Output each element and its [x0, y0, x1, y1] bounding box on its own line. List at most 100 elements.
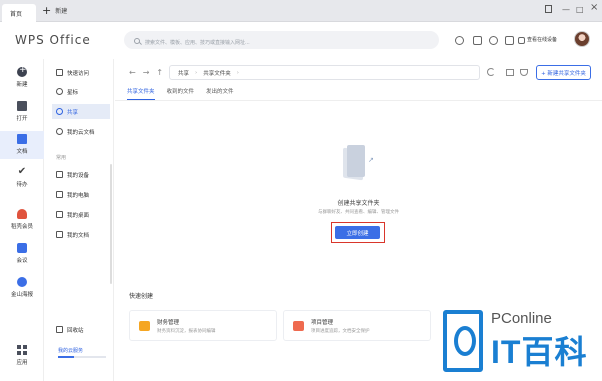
finance-icon — [139, 321, 150, 331]
tab-strip: 共享文件夹 收到的文件 发出的文件 — [127, 87, 234, 100]
chevron-right-icon: › — [236, 69, 239, 76]
refresh-icon[interactable] — [487, 68, 495, 76]
docs-folder-icon — [56, 231, 63, 238]
nav-docer-label: 稻壳会员 — [10, 224, 33, 230]
nav-new-label: 新建 — [16, 82, 28, 88]
folder-front-shape — [347, 145, 365, 177]
create-now-button[interactable]: 立即创建 — [335, 226, 380, 239]
tab-sent-files[interactable]: 发出的文件 — [206, 87, 234, 100]
share-arrow-icon: ↗ — [368, 156, 374, 164]
view-toggle-icon[interactable] — [506, 69, 514, 76]
sidebar-item-quick-access[interactable]: 快速访问 — [52, 65, 110, 80]
nav-open[interactable]: 打开 — [0, 101, 44, 127]
nav-meeting-label: 会议 — [16, 258, 28, 264]
docer-icon — [17, 209, 27, 219]
sidebar-item-my-computer[interactable]: 我的电脑 — [52, 187, 110, 202]
cloud-service-link[interactable]: 我的云服务 — [58, 347, 83, 354]
computer-icon — [56, 191, 63, 198]
trash-icon — [56, 326, 63, 333]
sidebar-item-my-device[interactable]: 我的设备 — [52, 167, 110, 182]
wps-logo: WPS Office — [15, 33, 91, 47]
card-subtitle: 财务资料沉淀，报表协同编辑 — [157, 329, 216, 334]
tab-shared-folders[interactable]: 共享文件夹 — [127, 87, 155, 100]
forward-arrow-icon[interactable]: → — [143, 68, 150, 77]
maximize-button[interactable]: □ — [576, 5, 584, 15]
breadcrumb[interactable]: 共享 › 共享文件夹 › — [169, 65, 480, 80]
sync-icon[interactable] — [455, 36, 464, 45]
history-nav: ← → ↑ — [129, 68, 163, 77]
breadcrumb-item[interactable]: 共享文件夹 — [203, 69, 231, 77]
skin-icon[interactable] — [473, 36, 482, 45]
nav-docs[interactable]: 文档 — [0, 131, 44, 159]
chevron-right-icon: › — [195, 69, 198, 76]
minimize-button[interactable]: — — [562, 5, 570, 15]
section-label-common: 常用 — [56, 155, 67, 161]
nav-new[interactable]: 新建 — [0, 65, 44, 93]
document-icon — [17, 134, 27, 144]
nav-poster-label: 金山海报 — [10, 292, 33, 298]
cloud-usage-fill — [58, 356, 74, 358]
up-arrow-icon[interactable]: ↑ — [156, 68, 163, 77]
nav-docs-label: 文档 — [16, 149, 28, 155]
sidebar-item-my-documents[interactable]: 我的文档 — [52, 227, 110, 242]
cloud-icon — [56, 128, 63, 135]
watermark-bottom-text: IT百科 — [491, 334, 588, 370]
sidebar-item-label: 我的电脑 — [67, 192, 90, 199]
device-icon — [56, 171, 63, 178]
search-icon — [134, 37, 140, 44]
close-button[interactable]: × — [590, 3, 598, 13]
quick-create-title: 快速创建 — [129, 293, 154, 300]
nav-todo[interactable]: ✔ 待办 — [0, 167, 44, 193]
tab-new-label: 新建 — [55, 8, 68, 15]
nav-meeting[interactable]: 会议 — [0, 243, 44, 269]
sidebar-item-label: 我的设备 — [67, 172, 90, 179]
sidebar-item-label: 回收站 — [67, 327, 84, 334]
meeting-icon — [17, 243, 27, 253]
sidebar-item-cloud[interactable]: 我的云文档 — [52, 124, 110, 139]
star-icon — [56, 88, 63, 95]
nav-apps[interactable]: 应用 — [0, 345, 44, 371]
sidebar-item-starred[interactable]: 星标 — [52, 84, 110, 99]
apps-grid-icon — [17, 345, 27, 355]
plus-icon: + — [42, 3, 52, 17]
shared-folder-illustration-icon — [343, 145, 369, 181]
sidebar-item-label: 我的文档 — [67, 232, 90, 239]
sidebar-item-label: 我的云文档 — [67, 129, 95, 136]
sidebar-item-label: 快速访问 — [67, 70, 90, 77]
desktop-icon — [56, 211, 63, 218]
tab-divider — [115, 100, 602, 101]
tab-received-files[interactable]: 收到的文件 — [167, 87, 195, 100]
sidebar-scrollbar[interactable] — [110, 164, 112, 284]
pin-icon — [56, 69, 63, 76]
quick-create-card-finance[interactable]: 财务管理 财务资料沉淀，报表协同编辑 — [129, 310, 277, 341]
message-icon[interactable] — [505, 36, 514, 45]
share-icon — [56, 108, 63, 115]
settings-icon[interactable] — [489, 36, 498, 45]
card-subtitle: 项目进度追踪，文档安全保护 — [311, 329, 370, 334]
online-devices-link[interactable]: 查看在线设备 — [527, 36, 557, 43]
tab-home[interactable]: 首页 — [2, 4, 36, 22]
nav-poster[interactable]: 金山海报 — [0, 277, 44, 303]
window-restore-icon[interactable] — [545, 5, 552, 13]
card-title: 项目管理 — [311, 320, 334, 326]
search-input[interactable]: 搜索文件、模板、应用、技巧或直接输入网址... — [124, 31, 439, 49]
filter-icon[interactable] — [520, 69, 528, 76]
title-bar: 首页 + 新建 — □ × — [0, 0, 602, 22]
sidebar-item-shared[interactable]: 共享 — [52, 104, 110, 119]
folder-icon — [17, 101, 27, 111]
quick-create-card-project[interactable]: 项目管理 项目进度追踪，文档安全保护 — [283, 310, 431, 341]
search-placeholder: 搜索文件、模板、应用、技巧或直接输入网址... — [145, 39, 250, 46]
breadcrumb-item[interactable]: 共享 — [178, 69, 189, 77]
new-tab-button[interactable]: + 新建 — [42, 3, 68, 17]
cloud-usage-bar — [58, 356, 106, 358]
sidebar-item-recycle-bin[interactable]: 回收站 — [52, 322, 110, 337]
avatar[interactable] — [574, 31, 590, 47]
empty-state-subtitle: 与群聊好友、共同查看、编辑、管理文件 — [318, 210, 399, 215]
sidebar-item-my-desktop[interactable]: 我的桌面 — [52, 207, 110, 222]
nav-open-label: 打开 — [16, 116, 28, 122]
monitor-icon — [518, 37, 525, 44]
back-arrow-icon[interactable]: ← — [129, 68, 136, 77]
new-shared-folder-button[interactable]: + 新建共享文件夹 — [536, 65, 591, 80]
poster-icon — [17, 277, 27, 287]
nav-docer[interactable]: 稻壳会员 — [0, 209, 44, 235]
